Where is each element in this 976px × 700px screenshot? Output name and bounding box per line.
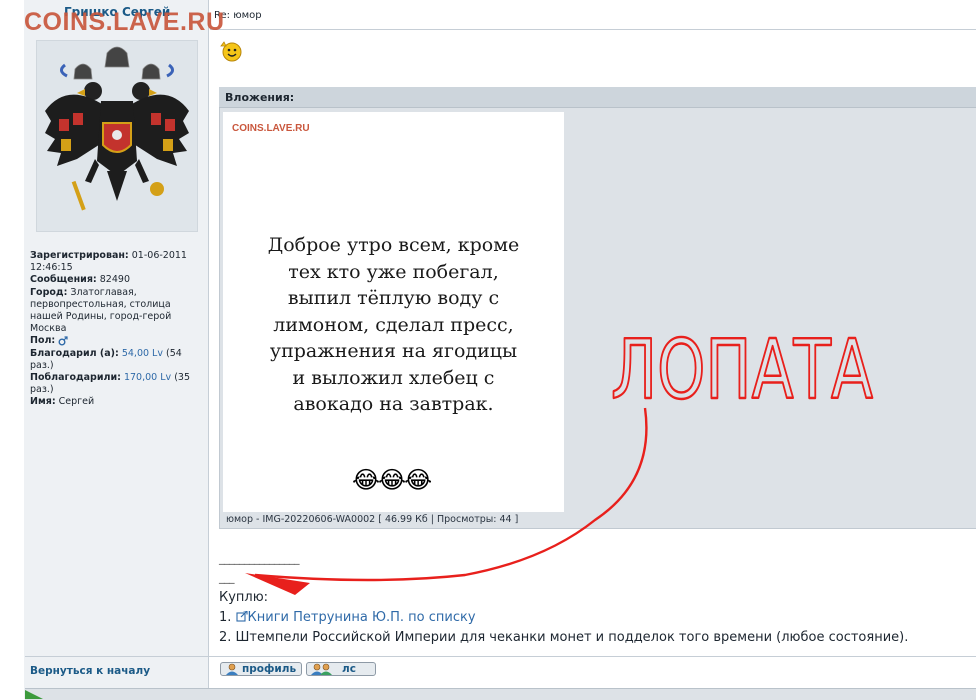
thanked-label: Благодарил (а): xyxy=(30,347,119,359)
private-message-button-label: лс xyxy=(342,663,356,675)
name-value: Сергей xyxy=(58,396,95,408)
signature-item-2: 2. Штемпели Российской Империи для чекан… xyxy=(219,630,909,645)
footer-divider xyxy=(25,656,976,657)
user-icon xyxy=(226,663,238,675)
image-watermark: COINS.LAVE.RU xyxy=(232,123,310,134)
users-icon xyxy=(311,663,332,675)
male-gender-icon xyxy=(58,336,68,346)
signature-item-1: 1. Книги Петрунина Ю.П. по списку xyxy=(219,610,476,625)
private-message-button[interactable]: лс xyxy=(306,662,376,676)
signature-buy-label: Куплю: xyxy=(219,590,269,605)
signature-separator-short: ___ xyxy=(219,571,235,584)
signature-separator: ________________ xyxy=(219,552,300,565)
gender-label: Пол: xyxy=(30,335,56,347)
thanked-by-value-link[interactable]: 170,00 Lv xyxy=(124,372,171,383)
back-to-top-link[interactable]: Вернуться к началу xyxy=(30,665,150,677)
image-quote-text: Доброе утро всем, кроме тех кто уже побе… xyxy=(267,234,520,415)
messages-label: Сообщения: xyxy=(30,274,97,286)
messages-value: 82490 xyxy=(99,274,130,286)
profile-button-label: профиль xyxy=(242,663,297,675)
external-link-icon xyxy=(235,610,248,622)
profile-button[interactable]: профиль xyxy=(220,662,302,676)
next-post-header xyxy=(25,688,976,700)
thanked-by-label: Поблагодарили: xyxy=(30,372,121,384)
double-headed-eagle-icon xyxy=(45,46,189,211)
signature-item-1-number: 1. xyxy=(219,610,232,625)
city-label: Город: xyxy=(30,286,68,298)
signature-books-link[interactable]: Книги Петрунина Ю.П. по списку xyxy=(248,610,476,625)
thanked-value-link[interactable]: 54,00 Lv xyxy=(122,348,163,359)
attachments-header xyxy=(219,87,976,108)
avatar xyxy=(36,40,198,232)
user-profile-details: Зарегистрирован: 01-06-2011 12:46:15 Соо… xyxy=(30,250,205,409)
name-label: Имя: xyxy=(30,396,56,408)
registered-label: Зарегистрирован: xyxy=(30,250,129,261)
red-arrow xyxy=(245,407,648,595)
waving-smiley-icon xyxy=(220,41,242,62)
site-watermark: COINS.LAVE.RU xyxy=(24,8,225,36)
post-marker-icon xyxy=(25,690,43,699)
post-title-divider xyxy=(210,29,976,30)
attachments-label: Вложения: xyxy=(225,91,295,104)
